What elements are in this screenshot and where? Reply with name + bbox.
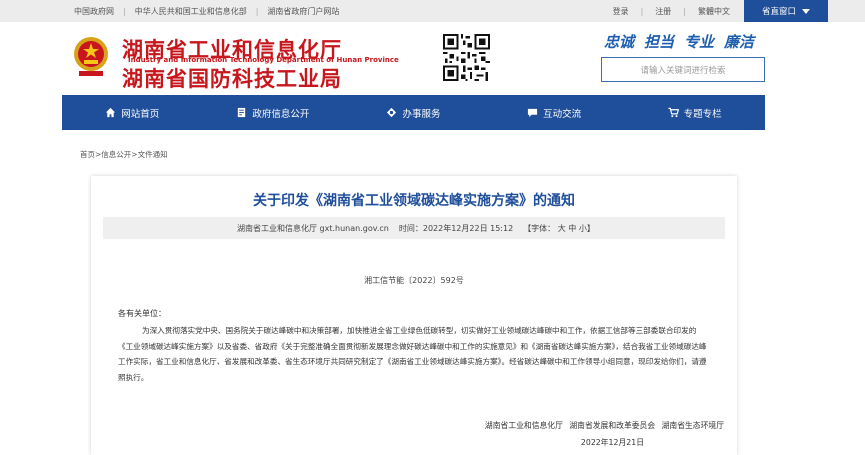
nav-item-label: 办事服务 [402,108,441,120]
divider: | [255,6,259,16]
qr-code-icon [443,34,490,81]
chat-icon [527,108,538,118]
main-nav: 网站首页 政府信息公开 办事服务 互动交流 专题专栏 [62,95,765,130]
traditional-chinese-link[interactable]: 繁體中文 [698,6,730,17]
portal-dropdown-button[interactable]: 省直窗口 [744,0,828,22]
breadcrumb[interactable]: 首页>信息公开>文件通知 [80,149,168,160]
top-right: 登录 | 注册 | 繁體中文 省直窗口 [613,0,865,22]
search-placeholder: 请输入关键词进行检索 [640,65,726,76]
link-gov-cn[interactable]: 中国政府网 [74,6,114,17]
nav-item-label: 政府信息公开 [252,108,310,120]
home-icon [106,107,116,118]
nav-item-label: 互动交流 [543,108,582,120]
site-title-secondary: 湖南省国防科技工业局 [122,67,342,91]
article-time: 时间：2022年12月22日 15:12 [398,223,514,233]
register-link[interactable]: 注册 [655,6,671,17]
nav-item-interaction[interactable]: 互动交流 [484,95,625,130]
link-miit[interactable]: 中华人民共和国工业和信息化部 [135,6,247,17]
login-link[interactable]: 登录 [613,6,629,17]
slogan: 忠诚 担当 专业 廉洁 [604,31,754,52]
divider: | [683,6,686,16]
font-size-control[interactable]: 【字体： 大 中 小】 [523,223,595,234]
nav-item-label: 专题专栏 [683,108,722,120]
article-panel: 关于印发《湖南省工业领域碳达峰实施方案》的通知 湖南省工业和信息化厅 gxt.h… [91,176,737,455]
slogan-word: 廉洁 [724,33,755,51]
nav-item-gov-info[interactable]: 政府信息公开 [203,95,344,130]
issue-date: 2022年12月21日 [580,438,644,447]
link-hunan-gov[interactable]: 湖南省政府门户网站 [267,6,339,17]
salutation: 各有关单位： [118,309,166,318]
document-number: 湘工信节能〔2022〕592号 [364,276,464,285]
article-meta: 湖南省工业和信息化厅 gxt.hunan.gov.cn 时间：2022年12月2… [103,217,725,239]
nav-item-label: 网站首页 [121,108,160,120]
chevron-down-icon [802,8,810,14]
nav-item-home[interactable]: 网站首页 [62,95,203,130]
slogan-word: 担当 [644,33,675,51]
search-input[interactable]: 请输入关键词进行检索 [601,57,765,82]
article-body: 为深入贯彻落实党中央、国务院关于碳达峰碳中和决策部署，加快推进全省工业绿色低碳转… [118,326,707,382]
service-icon [387,107,397,118]
nav-item-services[interactable]: 办事服务 [343,95,484,130]
cart-icon [668,107,679,118]
top-bar: 中国政府网 | 中华人民共和国工业和信息化部 | 湖南省政府门户网站 登录 | … [0,0,865,22]
issuing-authorities: 湖南省工业和信息化厅 湖南省发展和改革委员会 湖南省生态环境厅 [484,421,724,430]
divider: | [123,6,126,16]
portal-label: 省直窗口 [761,7,796,17]
article-source: 湖南省工业和信息化厅 gxt.hunan.gov.cn [237,223,389,233]
slogan-word: 专业 [684,33,715,51]
divider: | [640,6,644,16]
national-emblem-icon [74,37,108,76]
document-icon [238,107,246,118]
article-title: 关于印发《湖南省工业领域碳达峰实施方案》的通知 [253,193,575,209]
nav-item-topics[interactable]: 专题专栏 [624,95,765,130]
slogan-word: 忠诚 [604,33,635,51]
top-links: 中国政府网 | 中华人民共和国工业和信息化部 | 湖南省政府门户网站 [74,0,339,22]
